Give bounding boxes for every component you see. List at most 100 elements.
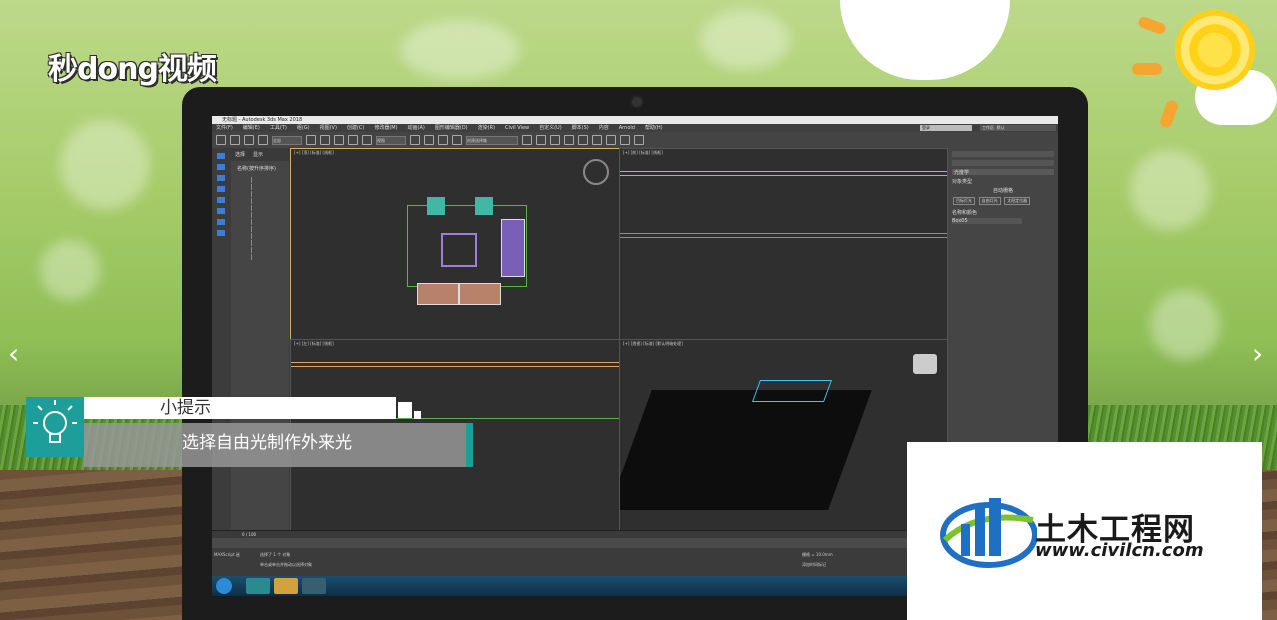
light-type-dropdown[interactable]: 光度学 (952, 169, 1054, 176)
rollout-name-color[interactable]: 名称和颜色 (952, 209, 1054, 216)
render-frame-icon[interactable] (620, 135, 630, 145)
create-category-icons[interactable] (952, 160, 1054, 166)
rotate-icon[interactable] (348, 135, 358, 145)
render-icon[interactable] (634, 135, 644, 145)
shape-tool-icon[interactable] (217, 208, 225, 214)
selection-filter-dropdown[interactable]: 全部 (272, 135, 302, 145)
link-icon[interactable] (244, 135, 254, 145)
workspace-dropdown[interactable]: 工作区: 默认 (980, 125, 1056, 131)
menu-item[interactable]: 帮助(H) (645, 124, 663, 132)
maxscript-listener[interactable]: MAXScript 迷 (214, 552, 240, 558)
material-editor-icon[interactable] (592, 135, 602, 145)
viewport-label[interactable]: [+] [前] [标准] [线框] (623, 150, 663, 156)
prev-arrow-icon[interactable]: ‹ (8, 340, 26, 368)
render-setup-icon[interactable] (606, 135, 616, 145)
menu-item[interactable]: 动画(A) (408, 124, 425, 132)
menu-item[interactable]: Civil View (505, 124, 529, 132)
scene-row[interactable] (251, 184, 289, 190)
menu-item[interactable]: 渲染(R) (478, 124, 495, 132)
scene-row[interactable] (251, 191, 289, 197)
viewport-perspective[interactable]: [+] [透视] [标准] [默认明暗处理] (619, 339, 948, 531)
select-tool-icon[interactable] (217, 153, 225, 159)
webcam-icon (630, 95, 644, 109)
scene-row[interactable] (251, 247, 289, 253)
viewport-label[interactable]: [+] [左] [标准] [线框] (294, 341, 334, 347)
sun-positioner-button[interactable]: 太阳定位器 (1004, 197, 1031, 205)
auto-grid-checkbox[interactable]: 自动栅格 (952, 187, 1054, 194)
tab-display[interactable]: 显示 (253, 151, 263, 158)
start-button[interactable] (216, 578, 232, 594)
menu-item[interactable]: 工具(T) (270, 124, 287, 132)
select-icon[interactable] (306, 135, 316, 145)
scene-line (620, 237, 947, 238)
mirror-icon[interactable] (522, 135, 532, 145)
select-by-name-icon[interactable] (320, 135, 330, 145)
menu-item[interactable]: 创建(C) (347, 124, 364, 132)
menu-item[interactable]: 图形编辑器(D) (435, 124, 468, 132)
menu-item[interactable]: 编辑(E) (243, 124, 260, 132)
tip-title: 小提示 (160, 398, 211, 418)
schematic-icon[interactable] (578, 135, 588, 145)
command-tabs[interactable] (952, 151, 1054, 157)
menu-item[interactable]: 组(G) (297, 124, 310, 132)
viewport-top[interactable]: [+] [顶] [标准] [线框] (290, 148, 620, 340)
display-tool-icon[interactable] (217, 164, 225, 170)
menu-item[interactable]: 视图(V) (320, 124, 337, 132)
taskbar-app[interactable] (302, 578, 326, 594)
redo-icon[interactable] (230, 135, 240, 145)
spacewarp-tool-icon[interactable] (217, 230, 225, 236)
light-tool-icon[interactable] (217, 197, 225, 203)
scale-icon[interactable] (362, 135, 372, 145)
viewport-label[interactable]: [+] [透视] [标准] [默认明暗处理] (623, 341, 683, 347)
lightbulb-icon (26, 397, 84, 457)
menu-item[interactable]: 文件(F) (216, 124, 233, 132)
scene-row[interactable] (251, 240, 289, 246)
menu-item[interactable]: 自定义(U) (539, 124, 562, 132)
undo-icon[interactable] (216, 135, 226, 145)
camera-tool-icon[interactable] (217, 186, 225, 192)
helper-tool-icon[interactable] (217, 219, 225, 225)
snap-icon[interactable] (424, 135, 434, 145)
filter-tool-icon[interactable] (217, 175, 225, 181)
menu-item[interactable]: 修改器(M) (374, 124, 397, 132)
left-tool-strip (212, 148, 231, 530)
pivot-icon[interactable] (410, 135, 420, 145)
taskbar-explorer[interactable] (274, 578, 298, 594)
target-light-button[interactable]: 目标灯光 (953, 197, 975, 205)
named-selection-dropdown[interactable]: 创建选择集 (466, 135, 518, 145)
next-arrow-icon[interactable]: › (1252, 340, 1270, 368)
move-icon[interactable] (334, 135, 344, 145)
layer-icon[interactable] (550, 135, 560, 145)
scene-row[interactable] (251, 177, 289, 183)
rollout-object-type[interactable]: 对象类型 (952, 178, 1054, 185)
scene-row[interactable] (251, 198, 289, 204)
scene-row[interactable] (251, 254, 289, 260)
tab-select[interactable]: 选择 (235, 151, 245, 158)
add-time-tag[interactable]: 添加时间标记 (802, 562, 826, 568)
align-icon[interactable] (536, 135, 546, 145)
scene-row[interactable] (251, 212, 289, 218)
chair-plan (427, 197, 445, 215)
angle-snap-icon[interactable] (438, 135, 448, 145)
scene-row[interactable] (251, 219, 289, 225)
viewcube-icon[interactable] (583, 159, 609, 185)
viewport-front[interactable]: [+] [前] [标准] [线框] (619, 148, 948, 340)
free-light-button[interactable]: 自由灯光 (978, 197, 1001, 205)
user-login-dropdown[interactable]: 登录 (920, 125, 972, 131)
object-name-field[interactable]: Box05 (952, 218, 1022, 224)
menu-item[interactable]: 内容 (599, 124, 609, 132)
percent-snap-icon[interactable] (452, 135, 462, 145)
reference-coordinate-dropdown[interactable]: 视图 (376, 135, 406, 145)
menu-item[interactable]: 脚本(S) (572, 124, 589, 132)
curve-editor-icon[interactable] (564, 135, 574, 145)
taskbar-3dsmax[interactable] (246, 578, 270, 594)
scene-row[interactable] (251, 226, 289, 232)
menu-item[interactable]: Arnold (619, 124, 635, 132)
viewport-label[interactable]: [+] [顶] [标准] [线框] (294, 150, 334, 156)
viewcube-icon[interactable] (913, 354, 937, 374)
scene-column-header[interactable]: 名称(按升序排序) (231, 161, 289, 176)
scene-row[interactable] (251, 205, 289, 211)
scene-line (620, 233, 947, 234)
unlink-icon[interactable] (258, 135, 268, 145)
scene-row[interactable] (251, 233, 289, 239)
